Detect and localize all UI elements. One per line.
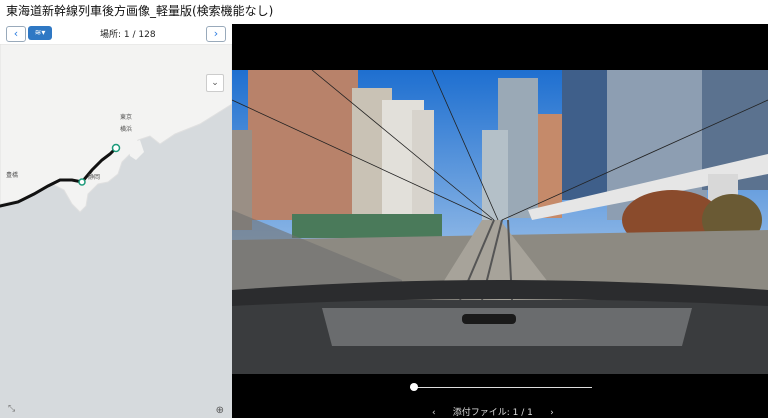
- map-label-toyohashi: 豊橋: [6, 172, 19, 179]
- attachment-counter: 添付ファイル: 1 / 1: [452, 408, 533, 418]
- attachment-next-button[interactable]: ›: [550, 408, 554, 418]
- rear-view-photo-art: [232, 70, 768, 374]
- route-marker: [78, 178, 86, 186]
- app-title: 東海道新幹線列車後方画像_軽量版(検索機能なし): [6, 4, 274, 18]
- image-viewer: ‹ 添付ファイル: 1 / 1 ›: [232, 24, 768, 418]
- next-button[interactable]: ›: [206, 26, 226, 42]
- map-label-tokyo: 東京: [120, 114, 133, 121]
- map-label-shizuoka: 静岡: [88, 174, 101, 181]
- expand-icon[interactable]: ⤡: [8, 404, 15, 414]
- map-label-yokohama: 横浜: [120, 126, 133, 133]
- rear-view-photo: [232, 70, 768, 374]
- map-view[interactable]: 東京 横浜 豊橋 静岡 ⌄ ⤡ ⊕: [0, 44, 232, 418]
- collapse-chevron-icon[interactable]: ⌄: [206, 74, 224, 92]
- land-area: [0, 44, 232, 213]
- attachment-prev-button[interactable]: ‹: [432, 408, 436, 418]
- zoom-icon[interactable]: ⊕: [216, 405, 224, 416]
- route-marker-tokyo: [111, 143, 121, 153]
- prev-button[interactable]: ‹: [6, 26, 26, 42]
- place-counter: 場所: 1 / 128: [100, 30, 156, 40]
- attachment-nav: ‹ 添付ファイル: 1 / 1 ›: [432, 405, 554, 418]
- left-panel: ‹ ≋▾ 場所: 1 / 128 › 東京 横浜 豊橋 静岡 ⌄ ⤡ ⊕: [0, 24, 232, 418]
- image-slider-knob[interactable]: [410, 383, 418, 391]
- image-slider-track[interactable]: [410, 383, 592, 391]
- layer-button[interactable]: ≋▾: [28, 26, 52, 40]
- map-canvas: [0, 44, 232, 213]
- map-toolbar: ‹ ≋▾ 場所: 1 / 128 ›: [0, 24, 232, 44]
